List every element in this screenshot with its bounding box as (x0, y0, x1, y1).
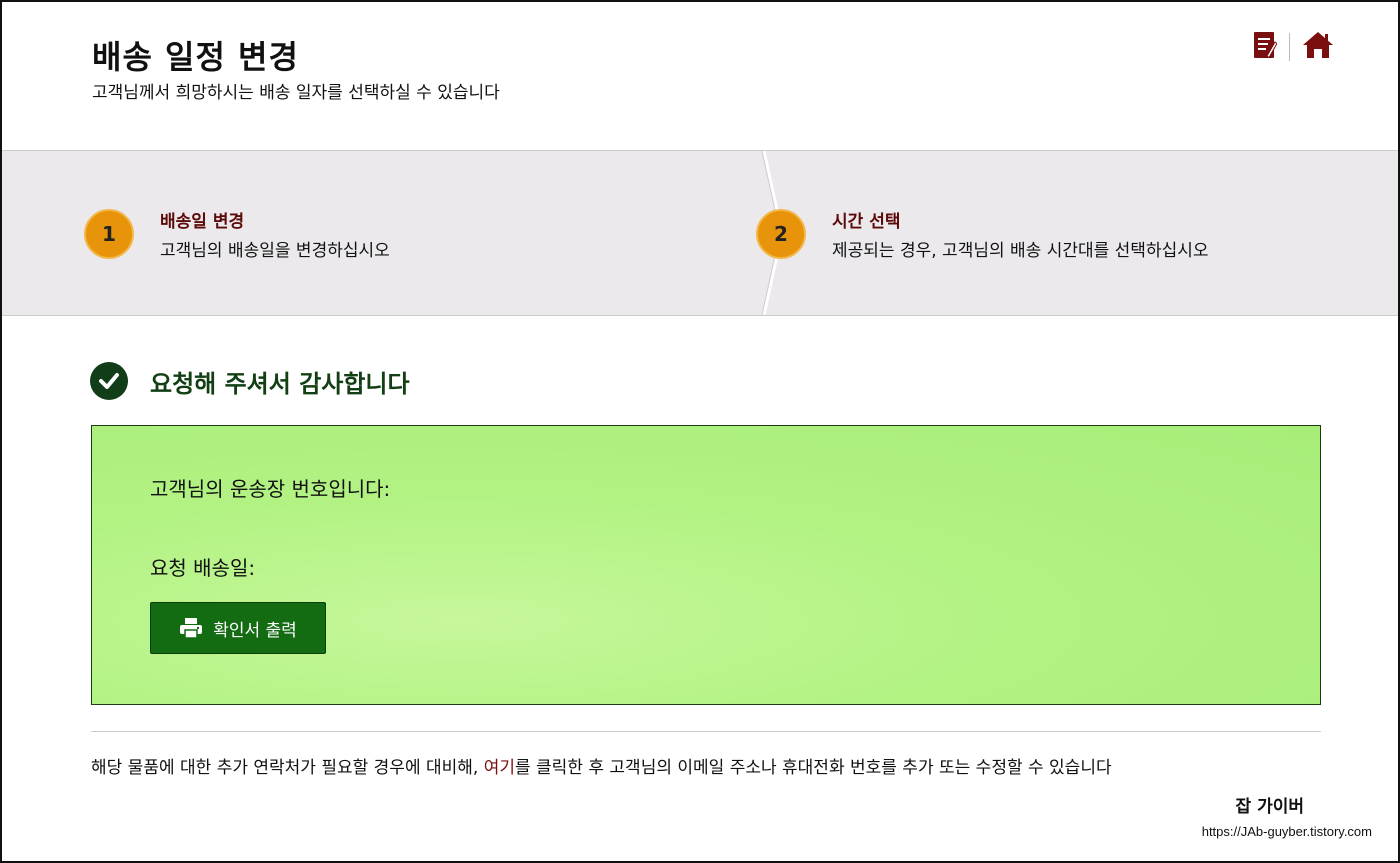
step-title: 배송일 변경 (160, 212, 245, 232)
icon-separator (1289, 33, 1290, 61)
print-confirmation-button[interactable]: 확인서 출력 (150, 602, 326, 654)
step-1: 1 배송일 변경 고객님의 배송일을 변경하십시오 (84, 207, 390, 261)
step-title: 시간 선택 (832, 212, 901, 232)
step-2: 2 시간 선택 제공되는 경우, 고객님의 배송 시간대를 선택하십시오 (756, 207, 1209, 261)
step-number-badge: 1 (84, 209, 134, 259)
edit-document-icon[interactable] (1253, 30, 1278, 64)
confirmation-box: 고객님의 운송장 번호입니다: 요청 배송일: 확인서 출력 (91, 425, 1321, 705)
step-description: 고객님의 배송일을 변경하십시오 (160, 241, 390, 261)
divider (91, 731, 1321, 732)
step-description: 제공되는 경우, 고객님의 배송 시간대를 선택하십시오 (832, 241, 1209, 261)
tracking-number-label: 고객님의 운송장 번호입니다: (150, 477, 391, 501)
notice-text: 해당 물품에 대한 추가 연락처가 필요할 경우에 대비해, (91, 758, 484, 778)
page-subtitle: 고객님께서 희망하시는 배송 일자를 선택하실 수 있습니다 (92, 83, 500, 103)
page-frame: 배송 일정 변경 고객님께서 희망하시는 배송 일자를 선택하실 수 있습니다 (0, 0, 1400, 863)
home-icon[interactable] (1302, 30, 1334, 64)
steps-band: 1 배송일 변경 고객님의 배송일을 변경하십시오 2 시간 선택 제공되는 경… (2, 150, 1398, 316)
printer-icon (179, 617, 203, 639)
check-circle-icon (90, 362, 128, 400)
watermark-url: https://JAb-guyber.tistory.com (1201, 824, 1372, 839)
top-icons (1253, 30, 1334, 64)
requested-date-label: 요청 배송일: (150, 556, 256, 580)
step-number-badge: 2 (756, 209, 806, 259)
watermark-name: 잡 가이버 (1235, 797, 1304, 817)
thanks-text: 요청해 주셔서 감사합니다 (150, 369, 410, 398)
print-button-label: 확인서 출력 (213, 620, 297, 641)
notice-text: 를 클릭한 후 고객님의 이메일 주소나 휴대전화 번호를 추가 또는 수정할 … (515, 758, 1112, 778)
page-title: 배송 일정 변경 (92, 38, 299, 76)
confirmation-heading: 요청해 주셔서 감사합니다 (90, 362, 410, 400)
here-link[interactable]: 여기 (484, 758, 515, 778)
contact-update-notice: 해당 물품에 대한 추가 연락처가 필요할 경우에 대비해, 여기를 클릭한 후… (91, 748, 1316, 788)
